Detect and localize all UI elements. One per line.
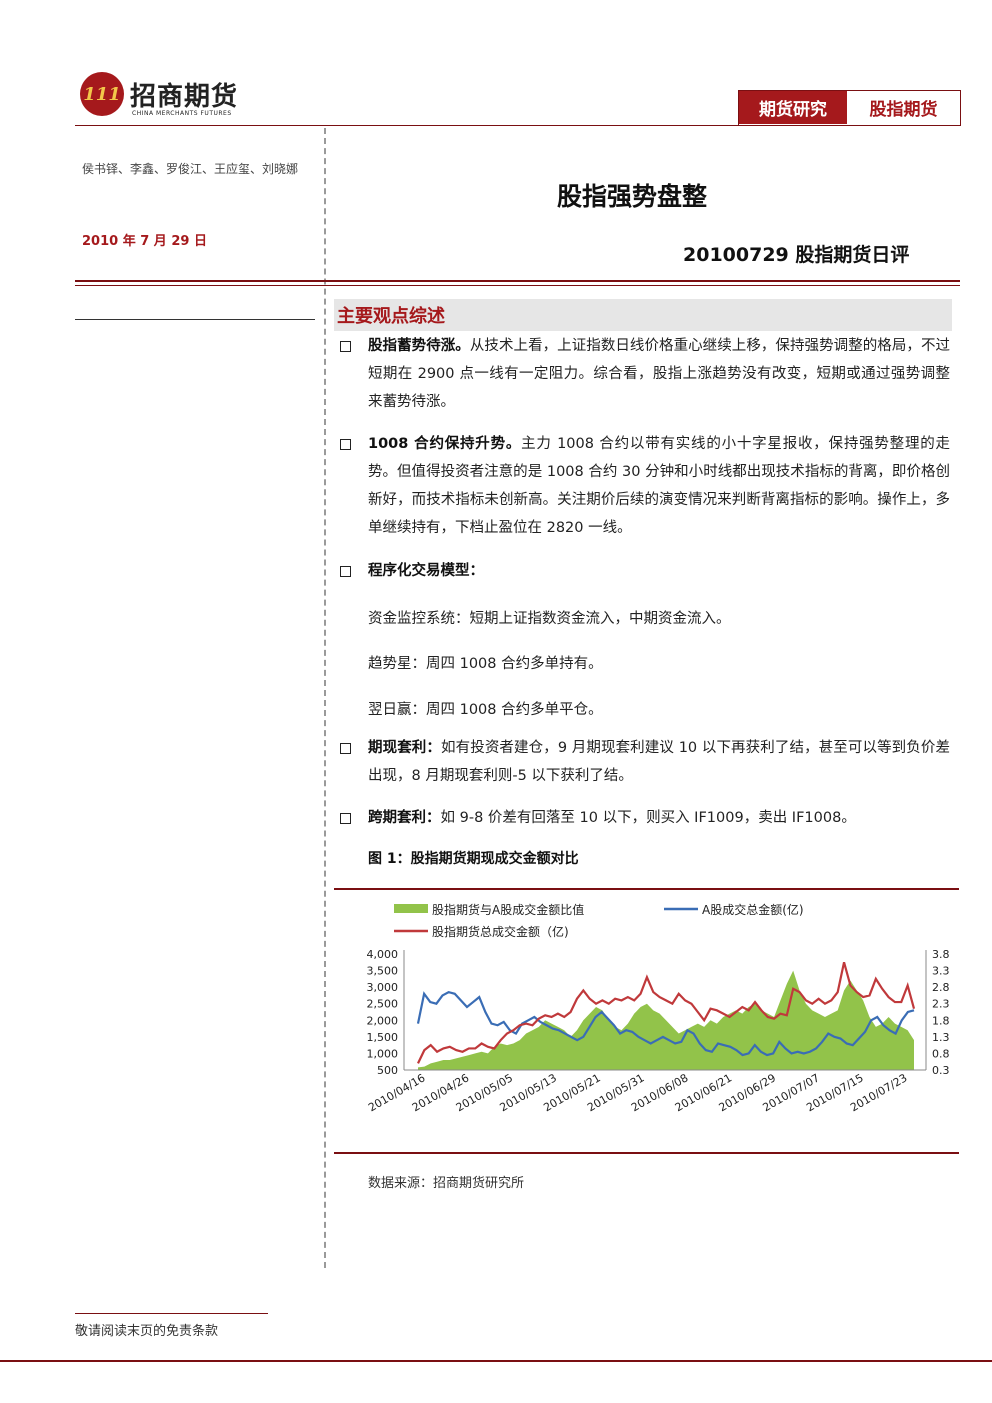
footer-rule-short bbox=[75, 1313, 268, 1314]
section-title: 主要观点综述 bbox=[337, 306, 445, 327]
bullet-paragraph: 股指蓄势待涨。从技术上看，上证指数日线价格重心继续上移，保持强势调整的格局，不过… bbox=[368, 332, 950, 416]
left-axis: 500 1,000 1,500 2,000 2,500 3,000 3,500 4,000 bbox=[367, 948, 405, 1077]
bullet-lead: 股指蓄势待涨。 bbox=[368, 338, 470, 354]
right-tick-label: 2.8 bbox=[932, 981, 950, 994]
right-tick-label: 0.8 bbox=[932, 1047, 950, 1060]
bullet-paragraph: 程序化交易模型： bbox=[368, 557, 950, 585]
legend-label: 股指期货与A股成交金额比值 bbox=[432, 902, 584, 917]
left-tick-label: 500 bbox=[377, 1064, 398, 1077]
legend-label: A股成交总金额(亿) bbox=[702, 902, 804, 917]
legend-label: 股指期货总成交金额（亿) bbox=[432, 924, 569, 939]
figure-rule-top bbox=[334, 888, 959, 890]
right-tick-label: 1.3 bbox=[932, 1031, 950, 1044]
logo-mark: 111 bbox=[80, 72, 124, 116]
model-line: 翌日赢：周四 1008 合约多单平仓。 bbox=[368, 702, 603, 718]
logo-name: 招商期货 bbox=[130, 82, 239, 112]
bullet-paragraph: 1008 合约保持升势。主力 1008 合约以带有实线的小十字星报收，保持强势整… bbox=[368, 430, 950, 542]
bullet-lead: 程序化交易模型： bbox=[368, 563, 484, 579]
column-divider bbox=[324, 128, 326, 1268]
figure-rule-bottom bbox=[334, 1152, 959, 1154]
figure-chart: 股指期货与A股成交金额比值 A股成交总金额(亿) 股指期货总成交金额（亿) 500 1… bbox=[366, 902, 950, 1114]
x-axis: 2010/04/162010/04/262010/05/052010/05/13… bbox=[366, 1069, 926, 1114]
legend-swatch bbox=[394, 904, 428, 913]
report-date: 2010 年 7 月 29 日 bbox=[82, 234, 207, 249]
model-line: 趋势星：周四 1008 合约多单持有。 bbox=[368, 656, 603, 672]
logo-english: CHINA MERCHANTS FUTURES bbox=[132, 110, 232, 117]
bullet-paragraph: 跨期套利：如 9-8 价差有回落至 10 以下，则买入 IF1009，卖出 IF… bbox=[368, 804, 950, 832]
right-tick-label: 1.8 bbox=[932, 1014, 950, 1027]
right-axis: 0.3 0.8 1.3 1.8 2.3 2.8 3.3 3.8 bbox=[925, 948, 950, 1077]
bullet-square-icon bbox=[340, 743, 351, 754]
sidebar-rule bbox=[75, 319, 315, 320]
left-tick-label: 2,000 bbox=[367, 1014, 399, 1027]
footer-disclaimer-link[interactable]: 敬请阅读末页的免责条款 bbox=[75, 1320, 218, 1339]
chart-legend: 股指期货与A股成交金额比值 A股成交总金额(亿) 股指期货总成交金额（亿) bbox=[394, 902, 804, 939]
left-tick-label: 2,500 bbox=[367, 998, 399, 1011]
left-tick-label: 1,500 bbox=[367, 1031, 399, 1044]
tag-category: 股指期货 bbox=[849, 91, 958, 124]
bullet-text: 如有投资者建仓，9 月期现套利建议 10 以下再获利了结，甚至可以等到负价差出现… bbox=[368, 740, 950, 784]
tag-research: 期货研究 bbox=[739, 91, 847, 124]
right-tick-label: 3.8 bbox=[932, 948, 950, 961]
bullet-text: 如 9-8 价差有回落至 10 以下，则买入 IF1009，卖出 IF1008。 bbox=[440, 810, 856, 826]
right-tick-label: 2.3 bbox=[932, 998, 950, 1011]
title-rule-thin bbox=[75, 285, 960, 286]
bullet-square-icon bbox=[340, 341, 351, 352]
right-tick-label: 0.3 bbox=[932, 1064, 950, 1077]
bullet-square-icon bbox=[340, 566, 351, 577]
bullet-lead: 期现套利： bbox=[368, 740, 442, 756]
page-subtitle: 20100729 股指期货日评 bbox=[683, 244, 910, 266]
bullet-square-icon bbox=[340, 813, 351, 824]
figure-title: 图 1：股指期货期现成交金额对比 bbox=[368, 851, 579, 867]
title-rule bbox=[75, 280, 960, 282]
left-tick-label: 1,000 bbox=[367, 1047, 399, 1060]
authors: 侯书铎、李鑫、罗俊江、王应玺、刘晓娜 bbox=[82, 162, 299, 176]
left-tick-label: 4,000 bbox=[367, 948, 399, 961]
bullet-square-icon bbox=[340, 439, 351, 450]
model-line: 资金监控系统：短期上证指数资金流入，中期资金流入。 bbox=[368, 611, 731, 627]
bullet-lead: 1008 合约保持升势。 bbox=[368, 436, 522, 452]
bullet-lead: 跨期套利： bbox=[368, 810, 441, 826]
footer-rule bbox=[0, 1360, 992, 1362]
left-tick-label: 3,000 bbox=[367, 981, 399, 994]
header-rule bbox=[75, 125, 960, 126]
left-tick-label: 3,500 bbox=[367, 965, 399, 978]
right-tick-label: 3.3 bbox=[932, 965, 950, 978]
figure-source: 数据来源：招商期货研究所 bbox=[368, 1176, 525, 1191]
page-title: 股指强势盘整 bbox=[557, 182, 708, 211]
bullet-paragraph: 期现套利：如有投资者建仓，9 月期现套利建议 10 以下再获利了结，甚至可以等到… bbox=[368, 734, 950, 790]
